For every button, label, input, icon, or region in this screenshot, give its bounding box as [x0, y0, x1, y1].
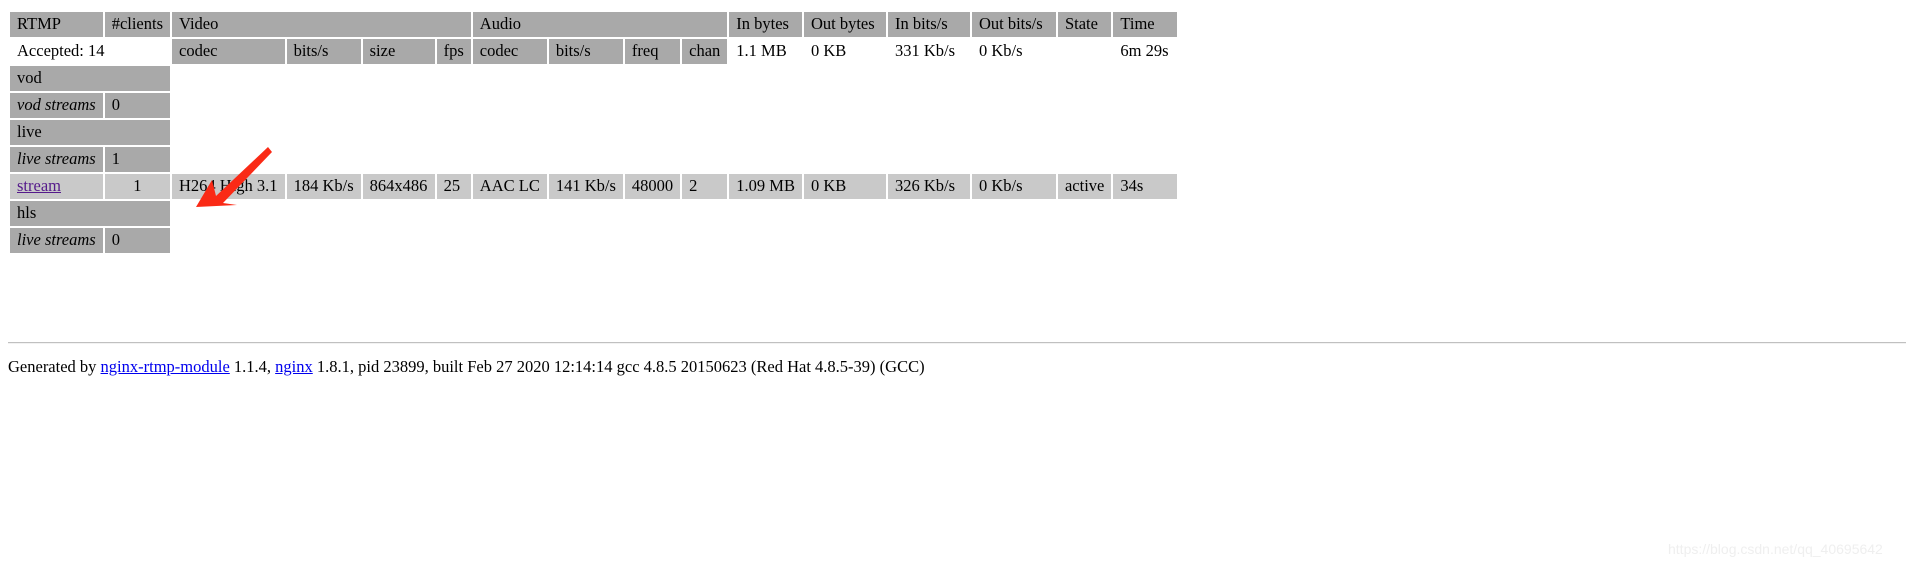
column-header-video: Video [172, 12, 471, 37]
section-spacer [172, 147, 1177, 172]
table-row[interactable]: stream 1 H264 High 3.1 184 Kb/s 864x486 … [10, 173, 1178, 199]
column-header-state: State [1057, 12, 1112, 37]
section-row-hls: hls [10, 200, 1177, 226]
footer-text: Generated by nginx-rtmp-module 1.1.4, ng… [8, 357, 925, 377]
stream-link[interactable]: stream [17, 176, 61, 195]
section-row-vod: vod [10, 65, 1177, 91]
stream-video-fps: 25 [436, 173, 471, 199]
vod-streams-count: 0 [104, 92, 171, 118]
section-label-vod: vod [10, 65, 171, 91]
table-header-row-secondary: Accepted: 14 codec bits/s size fps codec… [10, 38, 1177, 64]
rtmp-stat-page: RTMP #clients Video Audio In bytes Out b… [8, 10, 1179, 255]
column-header-clients: #clients [104, 12, 171, 37]
footer-divider [8, 342, 1906, 344]
footer-module-version: 1.1.4, [229, 357, 276, 376]
stream-audio-freq: 48000 [624, 173, 681, 199]
stream-state: active [1057, 173, 1112, 199]
column-header-audio: Audio [472, 12, 728, 37]
nginx-rtmp-module-link[interactable]: nginx-rtmp-module [101, 357, 230, 376]
stream-time: 34s [1113, 173, 1178, 199]
stream-clients: 1 [104, 173, 171, 199]
footer-build-info: 1.8.1, pid 23899, built Feb 27 2020 12:1… [312, 357, 925, 376]
column-header-in-bytes: In bytes [729, 12, 802, 37]
stream-video-codec: H264 High 3.1 [172, 173, 285, 199]
total-state [1058, 39, 1111, 64]
total-out-bits: 0 Kb/s [978, 40, 1023, 60]
total-in-bytes: 1.1 MB [736, 40, 787, 60]
hls-streams-label: live streams [10, 227, 103, 253]
section-count-row-vod: vod streams 0 [10, 92, 1177, 118]
stream-name-cell[interactable]: stream [10, 173, 103, 199]
footer-prefix: Generated by [8, 357, 101, 376]
stream-audio-bits: 141 Kb/s [548, 173, 623, 199]
live-streams-count: 1 [104, 146, 171, 172]
section-label-live: live [10, 119, 171, 145]
rtmp-stat-table: RTMP #clients Video Audio In bytes Out b… [8, 10, 1179, 255]
section-spacer [172, 228, 1177, 253]
column-header-out-bits: Out bits/s [971, 12, 1056, 37]
nginx-link[interactable]: nginx [275, 357, 313, 376]
section-spacer [172, 201, 1177, 226]
table-header-row-primary: RTMP #clients Video Audio In bytes Out b… [10, 12, 1178, 37]
column-header-in-bits: In bits/s [887, 12, 970, 37]
live-streams-label: live streams [10, 146, 103, 172]
stream-in-bytes: 1.09 MB [729, 173, 802, 199]
vod-streams-label: vod streams [10, 92, 103, 118]
column-header-audio-freq: freq [624, 38, 681, 64]
section-count-row-live: live streams 1 [10, 146, 1177, 172]
hls-streams-count: 0 [104, 227, 171, 253]
total-in-bits: 331 Kb/s [894, 40, 956, 60]
section-label-hls: hls [10, 200, 171, 226]
column-header-audio-bits: bits/s [548, 38, 623, 64]
stream-audio-codec: AAC LC [472, 173, 547, 199]
section-spacer [172, 66, 1177, 91]
stream-video-size: 864x486 [362, 173, 435, 199]
accepted-total: Accepted: 14 [17, 40, 105, 60]
stream-out-bits: 0 Kb/s [971, 173, 1056, 199]
section-row-live: live [10, 119, 1177, 145]
stream-audio-chan: 2 [682, 173, 728, 199]
section-spacer [172, 120, 1177, 145]
stream-in-bits: 326 Kb/s [887, 173, 970, 199]
column-header-rtmp: RTMP [10, 12, 103, 37]
column-header-audio-chan: chan [682, 38, 728, 64]
column-header-time: Time [1113, 12, 1178, 37]
column-header-video-bits: bits/s [286, 38, 361, 64]
stream-video-bits: 184 Kb/s [286, 173, 361, 199]
stream-out-bytes: 0 KB [803, 173, 886, 199]
column-header-video-fps: fps [436, 38, 471, 64]
column-header-video-size: size [362, 38, 435, 64]
column-header-video-codec: codec [172, 38, 285, 64]
column-header-out-bytes: Out bytes [803, 12, 886, 37]
total-out-bytes: 0 KB [810, 40, 847, 60]
total-time: 6m 29s [1120, 40, 1169, 60]
watermark: https://blog.csdn.net/qq_40695642 [1668, 541, 1883, 557]
column-header-audio-codec: codec [472, 38, 547, 64]
section-spacer [172, 93, 1177, 118]
section-count-row-hls: live streams 0 [10, 227, 1177, 253]
